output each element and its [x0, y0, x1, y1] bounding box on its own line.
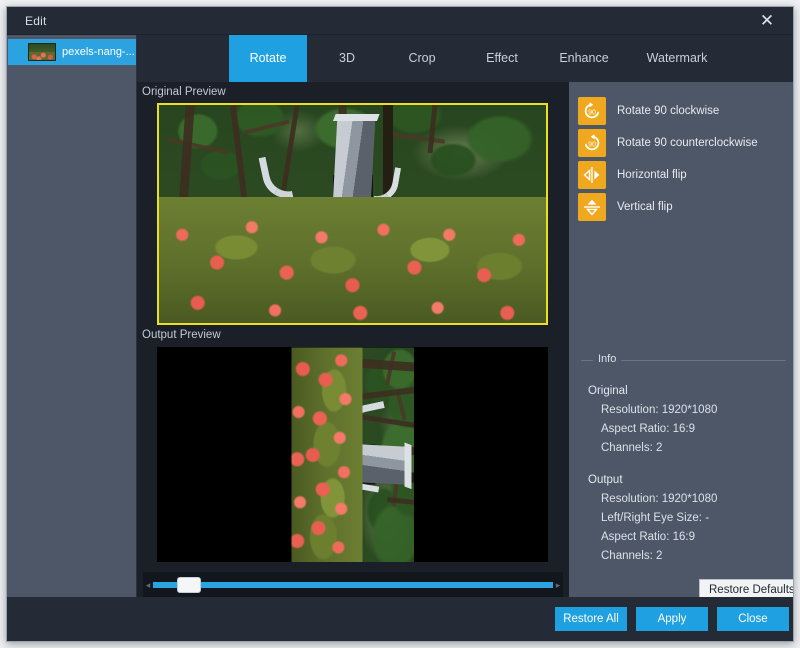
- rotate-ccw-90-icon: 90: [578, 129, 606, 157]
- seek-track[interactable]: [153, 582, 553, 588]
- info-original-resolution: Resolution: 1920*1080: [588, 404, 788, 416]
- flip-vertical-icon: [578, 193, 606, 221]
- info-output-channels: Channels: 2: [588, 550, 788, 562]
- seek-thumb[interactable]: [177, 577, 201, 593]
- output-preview[interactable]: [157, 347, 548, 562]
- title-bar: Edit ✕: [7, 7, 794, 35]
- info-output-aspect-ratio: Aspect Ratio: 16:9: [588, 531, 788, 543]
- info-original-heading: Original: [588, 385, 788, 397]
- output-preview-strip: [291, 347, 414, 562]
- video-thumbnail-icon: [28, 43, 56, 61]
- info-output-heading: Output: [588, 474, 788, 486]
- vertical-flip-button[interactable]: Vertical flip: [578, 193, 673, 221]
- tab-3d[interactable]: 3D: [315, 35, 379, 82]
- original-preview-image: [159, 105, 546, 323]
- original-preview-label: Original Preview: [142, 86, 226, 98]
- info-legend: Info: [593, 353, 621, 365]
- output-preview-image: [291, 347, 414, 562]
- horizontal-flip-label: Horizontal flip: [617, 169, 687, 181]
- rotate-ccw-label: Rotate 90 counterclockwise: [617, 137, 758, 149]
- svg-text:90: 90: [588, 110, 596, 117]
- horizontal-flip-button[interactable]: Horizontal flip: [578, 161, 687, 189]
- seek-right-arrow-icon[interactable]: ▸: [553, 580, 563, 591]
- window-title: Edit: [25, 14, 46, 28]
- rotate-cw-90-icon: 90: [578, 97, 606, 125]
- close-button[interactable]: Close: [717, 607, 789, 631]
- edit-window: Edit ✕ pexels-nang-... Rotate 3D Crop Ef…: [6, 6, 794, 642]
- svg-text:90: 90: [588, 142, 596, 149]
- rotate-90-counterclockwise-button[interactable]: 90 Rotate 90 counterclockwise: [578, 129, 758, 157]
- tab-crop[interactable]: Crop: [387, 35, 457, 82]
- options-panel: 90 Rotate 90 clockwise 90 Rotate 90 coun…: [569, 82, 794, 642]
- tab-bar: Rotate 3D Crop Effect Enhance Watermark: [137, 35, 794, 82]
- close-icon[interactable]: ✕: [747, 7, 787, 35]
- vertical-flip-label: Vertical flip: [617, 201, 673, 213]
- info-original-aspect-ratio: Aspect Ratio: 16:9: [588, 423, 788, 435]
- file-sidebar: pexels-nang-...: [7, 35, 137, 642]
- preview-column: Original Preview Output Preview: [137, 82, 569, 572]
- tab-rotate[interactable]: Rotate: [229, 35, 307, 82]
- footer-bar: Restore All Apply Close: [7, 597, 794, 641]
- tab-watermark[interactable]: Watermark: [629, 35, 725, 82]
- restore-all-button[interactable]: Restore All: [555, 607, 627, 631]
- info-body: Original Resolution: 1920*1080 Aspect Ra…: [588, 374, 788, 562]
- apply-button[interactable]: Apply: [636, 607, 708, 631]
- seek-left-arrow-icon[interactable]: ◂: [143, 580, 153, 591]
- info-original-channels: Channels: 2: [588, 442, 788, 454]
- tab-effect[interactable]: Effect: [465, 35, 539, 82]
- output-preview-label: Output Preview: [142, 329, 221, 341]
- seek-bar[interactable]: ◂ ▸: [143, 572, 563, 598]
- rotate-90-clockwise-button[interactable]: 90 Rotate 90 clockwise: [578, 97, 719, 125]
- rotate-cw-label: Rotate 90 clockwise: [617, 105, 719, 117]
- file-name-label: pexels-nang-...: [62, 46, 135, 58]
- info-output-eye-size: Left/Right Eye Size: -: [588, 512, 788, 524]
- tab-enhance[interactable]: Enhance: [543, 35, 625, 82]
- original-preview[interactable]: [157, 103, 548, 325]
- sidebar-item-file[interactable]: pexels-nang-...: [8, 39, 136, 65]
- flip-horizontal-icon: [578, 161, 606, 189]
- info-output-resolution: Resolution: 1920*1080: [588, 493, 788, 505]
